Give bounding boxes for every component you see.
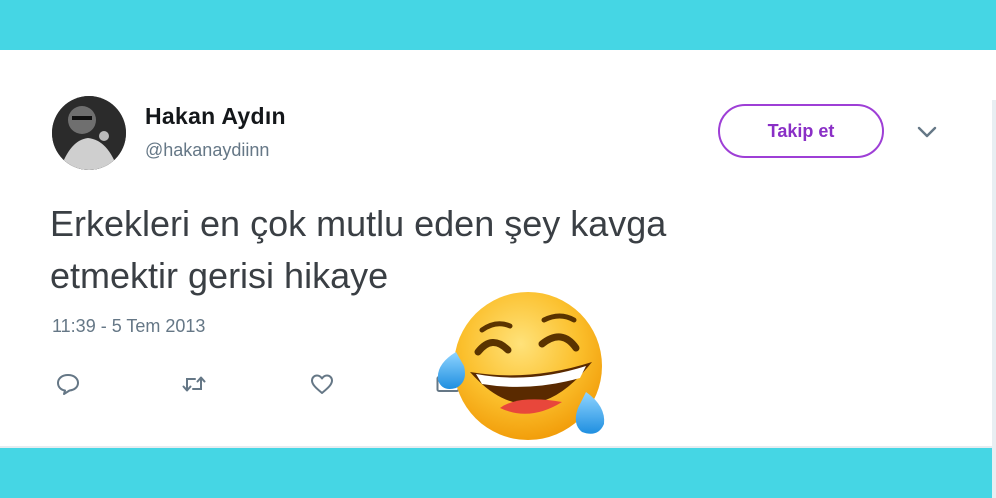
retweet-icon[interactable] — [180, 370, 208, 398]
avatar[interactable] — [52, 96, 126, 170]
user-name[interactable]: Hakan Aydın — [145, 103, 286, 130]
tears-of-joy-emoji — [430, 290, 610, 450]
tweet-card: Hakan Aydın @hakanaydiinn Takip et Erkek… — [0, 50, 996, 498]
reply-icon[interactable] — [54, 370, 82, 398]
card-edge-divider — [992, 100, 996, 498]
user-handle[interactable]: @hakanaydiinn — [145, 140, 269, 161]
follow-button[interactable]: Takip et — [718, 104, 884, 158]
tweet-text-line: Erkekleri en çok mutlu eden şey kavga — [50, 203, 667, 244]
heart-icon[interactable] — [308, 370, 336, 398]
tweet-timestamp[interactable]: 11:39 - 5 Tem 2013 — [52, 316, 205, 337]
avatar-image — [52, 96, 126, 170]
tweet-text: Erkekleri en çok mutlu eden şey kavga et… — [50, 198, 850, 302]
chevron-down-icon[interactable] — [914, 122, 940, 142]
